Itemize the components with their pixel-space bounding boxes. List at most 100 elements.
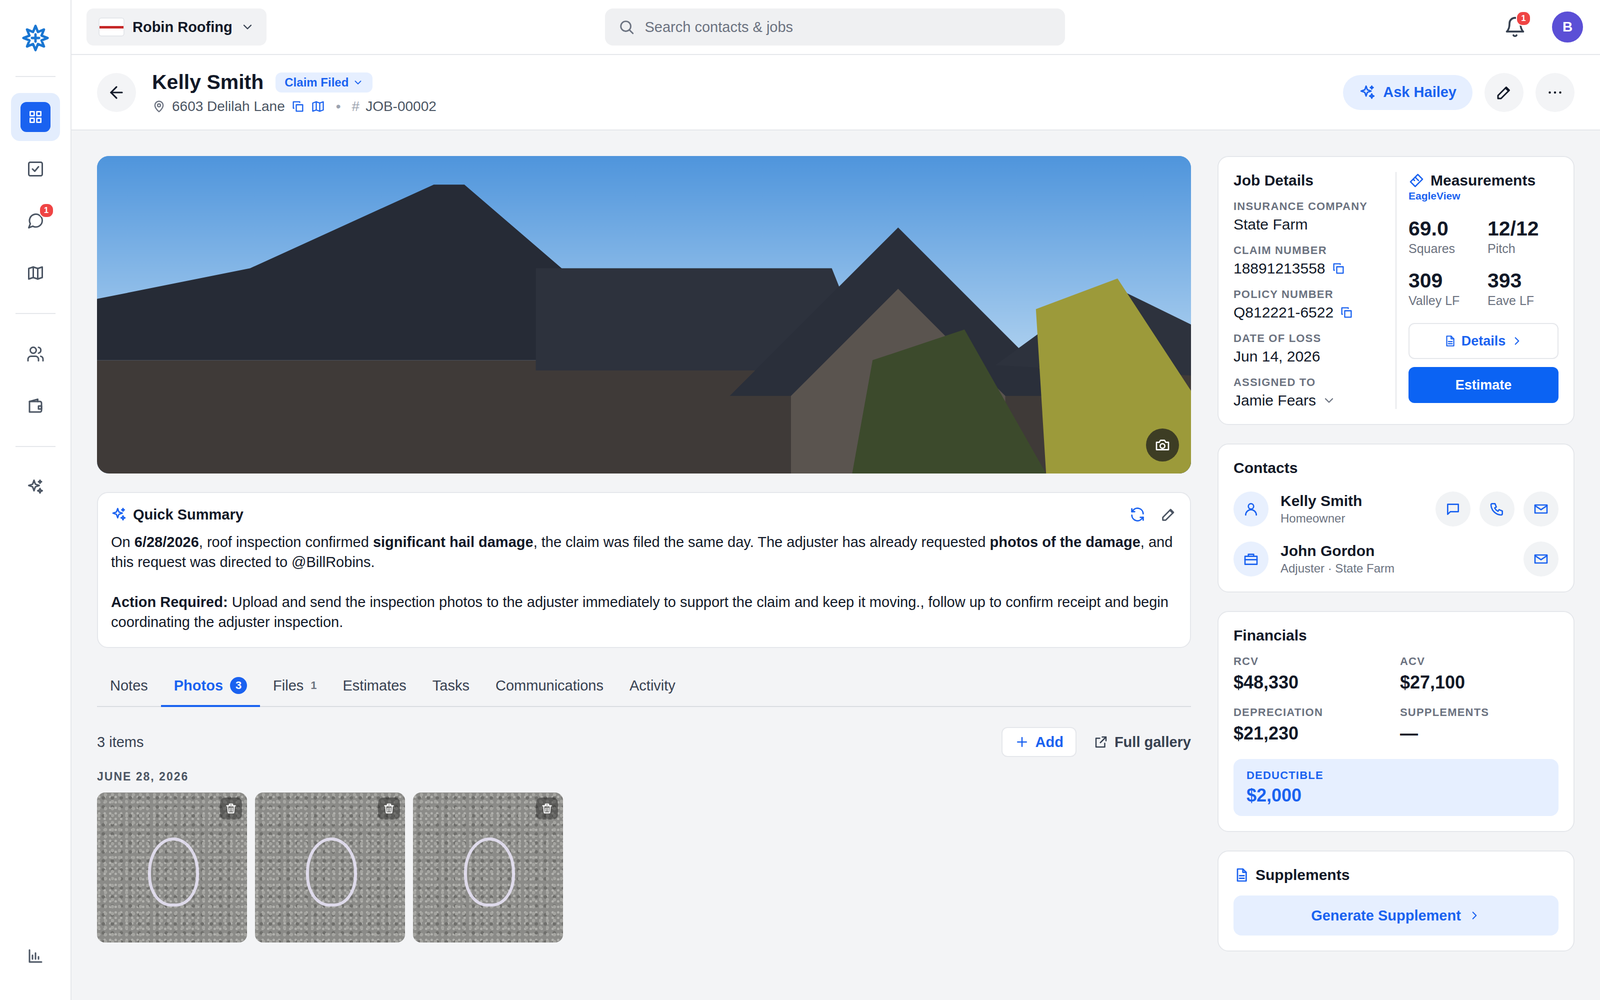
edit-button[interactable] [1484, 73, 1524, 112]
copy-icon[interactable] [1339, 305, 1354, 320]
job-subtitle: 6603 Delilah Lane•#JOB-00002 [152, 98, 437, 115]
camera-icon [1154, 437, 1171, 453]
details-button[interactable]: Details [1408, 323, 1559, 359]
phone-button[interactable] [1479, 491, 1515, 527]
sidebar-item[interactable] [11, 249, 60, 297]
trash-icon [382, 802, 396, 815]
tab[interactable]: Files1 [260, 666, 330, 707]
map-icon[interactable] [311, 99, 325, 114]
copy-icon[interactable] [291, 99, 305, 114]
financial-item: DEPRECIATION$21,230 [1233, 706, 1392, 744]
financial-value: $27,100 [1400, 672, 1559, 693]
measurements-title: Measurements [1430, 172, 1536, 189]
field-value[interactable]: Jamie Fears [1233, 392, 1384, 409]
company-name: Robin Roofing [132, 19, 233, 36]
tab[interactable]: Photos3 [161, 666, 260, 707]
more-button[interactable] [1535, 73, 1575, 112]
field-label: INSURANCE COMPANY [1233, 200, 1384, 213]
search-input[interactable] [644, 18, 1052, 36]
external-link-icon [1093, 734, 1109, 750]
document-icon [1233, 867, 1250, 883]
mail-button[interactable] [1523, 491, 1559, 527]
chevron-down-icon [352, 77, 364, 88]
measurement-stat: 12/12Pitch [1487, 217, 1559, 256]
user-avatar[interactable]: B [1552, 11, 1583, 43]
pin-icon [152, 99, 166, 114]
sidebar-divider [15, 313, 56, 314]
measurements: MeasurementsEagleView69.0Squares12/12Pit… [1408, 172, 1559, 409]
financial-value: $21,230 [1233, 723, 1392, 744]
copy-icon[interactable] [1331, 261, 1346, 276]
refresh-icon[interactable] [1129, 506, 1146, 523]
estimate-button[interactable]: Estimate [1408, 367, 1559, 403]
sidebar-item[interactable] [11, 382, 60, 430]
financial-item: SUPPLEMENTS— [1400, 706, 1559, 744]
checksquare-icon [26, 160, 45, 178]
delete-photo-button[interactable] [220, 797, 242, 820]
supplements-title: Supplements [1255, 866, 1350, 884]
delete-photo-button[interactable] [536, 797, 558, 820]
cover-photo [97, 156, 1191, 474]
message-icon [1445, 501, 1461, 517]
photo-thumbnail[interactable] [413, 792, 563, 943]
deductible-value: $2,000 [1246, 785, 1546, 806]
tab[interactable]: Tasks [419, 666, 483, 707]
sidebar-item[interactable] [11, 330, 60, 378]
job-address: 6603 Delilah Lane [172, 98, 285, 115]
sidebar-item-frame [20, 472, 51, 502]
tab-label: Photos [174, 677, 223, 694]
sparkles-icon [1359, 84, 1376, 101]
tab[interactable]: Notes [97, 666, 161, 707]
sidebar-item[interactable] [11, 93, 60, 141]
status-badge[interactable]: Claim Filed [275, 72, 373, 93]
job-details-card: Job DetailsINSURANCE COMPANYState FarmCL… [1217, 156, 1575, 425]
sidebar-item-frame [20, 258, 51, 288]
tab[interactable]: Communications [482, 666, 617, 707]
field-value: Jun 14, 2026 [1233, 348, 1384, 365]
map-icon [26, 264, 45, 282]
ask-hailey-button[interactable]: Ask Hailey [1343, 75, 1473, 110]
sidebar-item[interactable] [11, 145, 60, 193]
sidebar-group: 1 [11, 77, 60, 313]
app-logo[interactable] [21, 0, 50, 76]
change-photo-button[interactable] [1146, 428, 1179, 462]
add-photo-button[interactable]: Add [1001, 727, 1077, 757]
job-title: Kelly Smith [152, 70, 264, 95]
measurement-stat: 393Eave LF [1487, 269, 1559, 308]
tab-label: Activity [629, 677, 676, 694]
job-number: JOB-00002 [365, 98, 437, 115]
stat-label: Eave LF [1487, 293, 1559, 308]
sidebar-group [11, 447, 60, 527]
stat-label: Squares [1408, 241, 1480, 256]
pencil-icon[interactable] [1160, 506, 1177, 523]
job-field: DATE OF LOSSJun 14, 2026 [1233, 332, 1384, 365]
sidebar-item[interactable]: 1 [11, 197, 60, 245]
tab-label: Estimates [343, 677, 407, 694]
generate-supplement-button[interactable]: Generate Supplement [1233, 895, 1559, 936]
tab-bar: NotesPhotos3Files1 Estimates TasksCommunic… [97, 666, 1191, 707]
pencil-icon [1495, 83, 1513, 102]
sidebar-item[interactable] [11, 463, 60, 511]
delete-photo-button[interactable] [378, 797, 400, 820]
full-gallery-button[interactable]: Full gallery [1093, 729, 1191, 756]
job-field: CLAIM NUMBER18891213558 [1233, 244, 1384, 277]
photo-thumbnail[interactable] [255, 792, 405, 943]
contact-row: Kelly SmithHomeowner [1233, 491, 1559, 527]
job-details-title: Job Details [1233, 172, 1384, 189]
job-header: Kelly Smith Claim Filed 6603 Delilah Lane•… [71, 55, 1600, 131]
chevron-down-icon [240, 20, 255, 34]
tab[interactable]: Activity [616, 666, 689, 707]
more-icon [1546, 83, 1564, 102]
mail-button[interactable] [1523, 541, 1559, 577]
sidebar-item[interactable] [11, 932, 60, 980]
company-selector[interactable]: Robin Roofing [86, 8, 267, 46]
contact-name: Kelly Smith [1280, 492, 1362, 510]
financial-value: $48,330 [1233, 672, 1392, 693]
notifications-button[interactable]: 1 [1504, 16, 1526, 38]
tab[interactable]: Estimates [330, 666, 420, 707]
card-divider [1395, 172, 1397, 409]
photo-thumbnail[interactable] [97, 792, 247, 943]
back-button[interactable] [97, 73, 136, 112]
message-button[interactable] [1435, 491, 1471, 527]
items-count: 3 items [97, 734, 144, 751]
